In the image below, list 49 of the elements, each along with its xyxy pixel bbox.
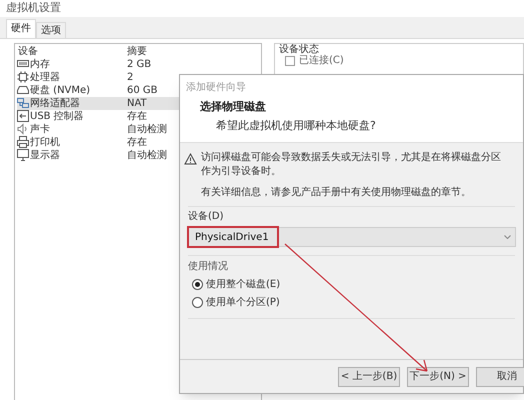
- device-name: 网络适配器: [30, 96, 80, 110]
- device-name: 显示器: [30, 148, 60, 162]
- window-title: 虚拟机设置: [6, 0, 61, 16]
- device-summary: 自动检测: [127, 148, 167, 162]
- dialog-title: 添加硬件向导: [186, 80, 246, 94]
- device-name: 打印机: [30, 136, 60, 148]
- radio-label: 使用整个磁盘(E): [206, 278, 280, 292]
- printer-icon: [17, 136, 29, 148]
- device-summary: 2: [127, 70, 134, 84]
- device-summary: 自动检测: [127, 122, 167, 136]
- device-name: USB 控制器: [30, 110, 84, 122]
- warning-text: 访问裸磁盘可能会导致数据丢失或无法引导，尤其是在将裸磁盘分区作为引导设备时。: [201, 151, 502, 179]
- device-summary: 2 GB: [127, 58, 152, 70]
- checkbox[interactable]: [285, 56, 295, 66]
- speaker-icon: [17, 123, 29, 135]
- field-label: 设备(D): [188, 210, 224, 223]
- column-header: 摘要: [127, 44, 147, 58]
- radio-label: 使用单个分区(P): [206, 296, 280, 310]
- caret-icon: [504, 235, 511, 239]
- tab[interactable]: 硬件: [6, 18, 36, 38]
- device-row[interactable]: 打印机 存在: [17, 136, 261, 148]
- usb-icon: [17, 110, 29, 122]
- warning-icon: [184, 153, 197, 165]
- network-icon: [17, 97, 29, 109]
- dialog-button[interactable]: 取消: [476, 366, 524, 386]
- device-name: 内存: [30, 58, 50, 70]
- memory-icon: [17, 58, 29, 70]
- device-row[interactable]: 内存 2 GB: [17, 58, 261, 70]
- checkbox-label: 已连接(C): [299, 54, 344, 66]
- column-header: 设备: [17, 44, 39, 58]
- dialog-subtitle: 希望此虚拟机使用哪种本地硬盘?: [215, 118, 376, 134]
- chip-icon: [17, 71, 29, 83]
- device-dropdown[interactable]: PhysicalDrive1: [188, 227, 516, 247]
- dialog-button[interactable]: 下一步(N) >: [407, 366, 469, 386]
- tab[interactable]: 选项: [36, 22, 66, 38]
- radio-button[interactable]: [192, 297, 203, 308]
- device-summary: 60 GB: [127, 84, 158, 96]
- device-name: 处理器: [30, 70, 60, 84]
- device-name: 硬盘 (NVMe): [30, 84, 90, 96]
- dialog-button[interactable]: < 上一步(B): [338, 366, 400, 386]
- radio-button[interactable]: [192, 279, 203, 290]
- info-text: 有关详细信息，请参见产品手册中有关使用物理磁盘的章节。: [200, 186, 471, 200]
- device-summary: 存在: [127, 136, 147, 148]
- device-summary: 存在: [127, 110, 147, 122]
- monitor-icon: [17, 149, 29, 161]
- group-title: 设备状态: [279, 44, 319, 54]
- device-summary: NAT: [127, 96, 147, 110]
- device-name: 声卡: [30, 122, 50, 136]
- group-title: 使用情况: [188, 260, 228, 274]
